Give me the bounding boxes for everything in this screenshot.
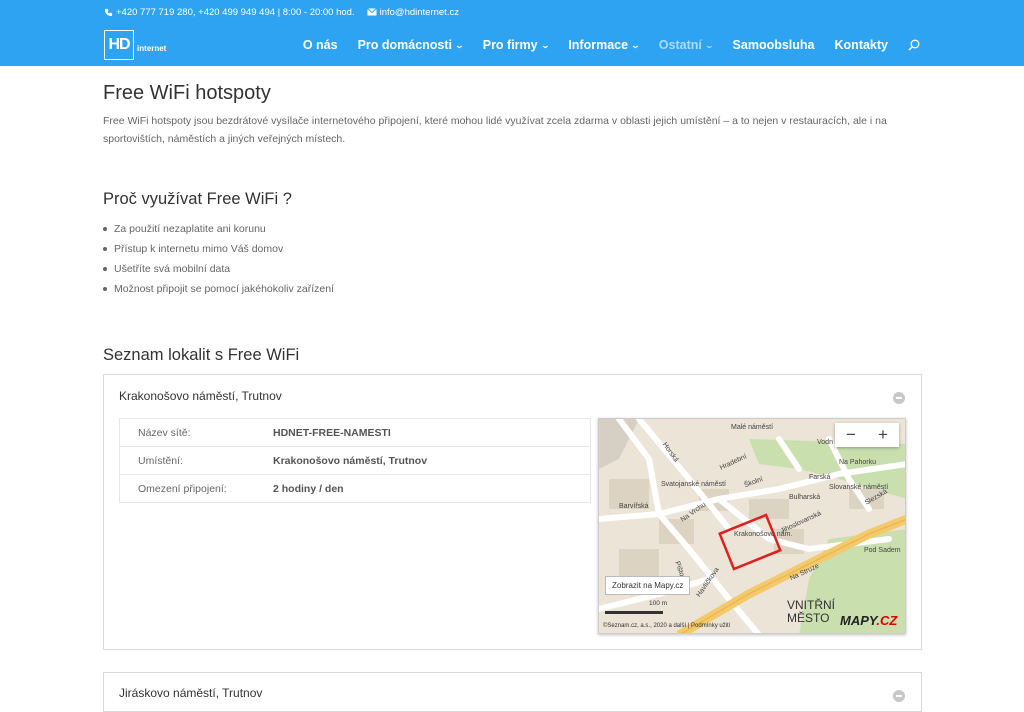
limit-value: 2 hodiny / den <box>273 482 344 495</box>
location-info-table: Název sítě: HDNET-FREE-NAMESTI Umístění:… <box>119 418 591 503</box>
accordion-title[interactable]: Krakonošovo náměstí, Trutnov <box>119 389 282 403</box>
bullet-icon <box>103 287 107 291</box>
menu-item-informace[interactable]: Informace ⌄ <box>568 38 641 52</box>
menu-item-pro-firmy[interactable]: Pro firmy ⌄ <box>483 38 550 52</box>
benefits-list: Za použití nezaplatite ani korunu Přístu… <box>103 219 923 299</box>
map-copyright[interactable]: ©Seznam.cz, a.s., 2020 a další | Podmínk… <box>603 623 730 629</box>
list-item: Přístup k internetu mimo Váš domov <box>103 239 923 259</box>
map-label: Vodn <box>817 439 833 446</box>
menu-item-ostatni[interactable]: Ostatní ⌄ <box>659 38 714 52</box>
email-link[interactable]: info@hdinternet.cz <box>380 7 459 18</box>
logo-text: internet <box>137 43 167 53</box>
top-info-bar: +420 777 719 280, +420 499 949 494 | 8:0… <box>0 0 1024 24</box>
menu-item-o-nas[interactable]: O nás <box>303 38 338 52</box>
table-row: Umístění: Krakonošovo náměstí, Trutnov <box>120 446 590 474</box>
map-scale-bar <box>605 611 663 614</box>
logo-mark: HD <box>104 30 134 60</box>
map-label: Pod Sadem <box>864 547 901 554</box>
search-button[interactable] <box>908 39 920 51</box>
map-label: Malé náměstí <box>731 424 774 431</box>
search-icon <box>908 39 920 51</box>
map-label: Bulharská <box>789 494 821 501</box>
main-content: Free WiFi hotspoty Free WiFi hotspoty js… <box>103 66 923 365</box>
location-map[interactable]: Malé náměstí Vodn Na Pahorku Farská Hrad… <box>598 418 906 634</box>
placement-label: Umístění: <box>138 454 183 467</box>
show-on-mapy-button[interactable]: Zobrazit na Mapy.cz <box>605 576 691 595</box>
chevron-down-icon: ⌄ <box>704 40 714 50</box>
bullet-icon <box>103 227 107 231</box>
table-row: Název sítě: HDNET-FREE-NAMESTI <box>120 418 590 446</box>
table-row: Omezení připojení: 2 hodiny / den <box>120 474 590 502</box>
why-heading: Proč využívat Free WiFi ? <box>103 190 292 208</box>
map-label: Slovanské náměstí <box>829 484 889 491</box>
map-scale-label: 100 m <box>649 600 668 607</box>
bullet-icon <box>103 267 107 271</box>
list-item: Možnost připojit se pomocí jakéhokoliv z… <box>103 279 923 299</box>
accordion-title[interactable]: Jiráskovo náměstí, Trutnov <box>119 686 262 700</box>
zoom-in-button[interactable]: + <box>867 423 899 447</box>
chevron-down-icon: ⌄ <box>454 40 465 50</box>
mail-icon <box>366 8 377 16</box>
map-label: Svatojanské náměstí <box>661 481 726 488</box>
chevron-down-icon: ⌄ <box>540 40 550 50</box>
map-district-label: VNITŘNÍ MĚSTO <box>787 598 835 625</box>
network-name-label: Název sítě: <box>138 426 191 439</box>
network-name-value: HDNET-FREE-NAMESTI <box>273 426 391 439</box>
location-accordion-next: Jiráskovo náměstí, Trutnov <box>103 672 922 712</box>
main-header: HD internet O nás Pro domácnosti ⌄ Pro fi… <box>0 24 1024 66</box>
map-label: Barvířská <box>619 503 649 510</box>
placement-value: Krakonošovo náměstí, Trutnov <box>273 454 428 467</box>
map-zoom-controls: − + <box>835 423 899 447</box>
mapy-cz-logo[interactable]: MAPY.CZ <box>840 613 897 628</box>
intro-text: Free WiFi hotspoty jsou bezdrátové vysíl… <box>103 115 887 145</box>
location-accordion: Krakonošovo náměstí, Trutnov Název sítě:… <box>103 374 922 650</box>
locations-heading: Seznam lokalit s Free WiFi <box>103 346 300 364</box>
bullet-icon <box>103 247 107 251</box>
zoom-out-button[interactable]: − <box>835 423 867 447</box>
page-title: Free WiFi hotspoty <box>103 82 271 104</box>
chevron-down-icon: ⌄ <box>630 40 641 50</box>
map-label: Krakonošovo nám. <box>734 531 793 538</box>
collapse-icon[interactable] <box>893 392 905 404</box>
menu-item-kontakty[interactable]: Kontakty <box>835 38 888 52</box>
map-label: Na Pahorku <box>839 459 876 466</box>
limit-label: Omezení připojení: <box>138 482 227 495</box>
phone-text: +420 777 719 280, +420 499 949 494 | 8:0… <box>116 6 355 18</box>
map-label: Farská <box>809 474 831 481</box>
email-info[interactable]: info@hdinternet.cz <box>366 7 459 18</box>
phone-icon <box>104 8 113 16</box>
main-menu: O nás Pro domácnosti ⌄ Pro firmy ⌄ Informa… <box>283 24 920 66</box>
site-logo[interactable]: HD internet <box>104 30 166 60</box>
phone-info: +420 777 719 280, +420 499 949 494 | 8:0… <box>104 7 355 18</box>
map-canvas[interactable] <box>599 419 906 634</box>
list-item: Za použití nezaplatite ani korunu <box>103 219 923 239</box>
menu-item-samoobsluha[interactable]: Samoobsluha <box>733 38 815 52</box>
list-item: Ušetříte svá mobilní data <box>103 259 923 279</box>
menu-item-pro-domacnosti[interactable]: Pro domácnosti ⌄ <box>358 38 465 52</box>
